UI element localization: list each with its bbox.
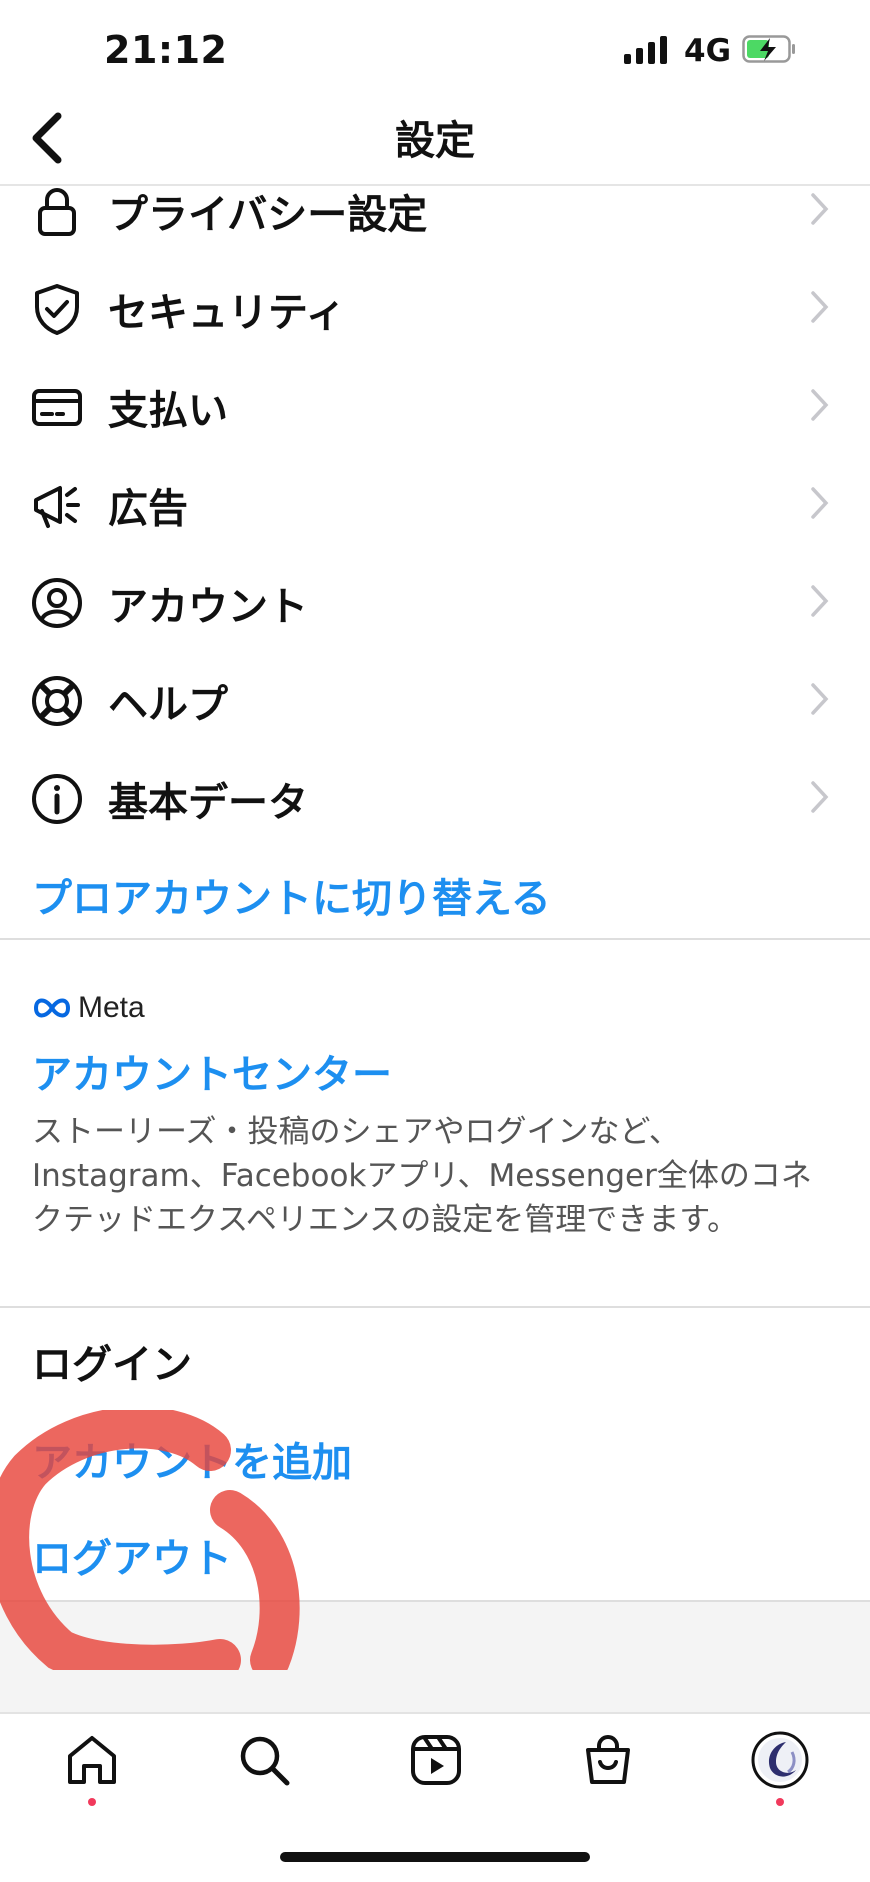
menu-item-label: 広告 [108, 486, 188, 532]
menu-item-ads[interactable]: 広告 [0, 454, 870, 552]
tab-bar-divider [0, 1712, 870, 1714]
menu-item-label: 基本データ [108, 780, 308, 826]
menu-item-account[interactable]: アカウント [0, 552, 870, 650]
menu-item-label: セキュリティ [108, 290, 346, 336]
signal-icon [624, 34, 667, 64]
lock-icon [38, 188, 76, 236]
network-type: 4G [684, 33, 732, 69]
home-indicator [280, 1852, 590, 1862]
battery-charging-icon [742, 35, 795, 63]
megaphone-icon [34, 486, 80, 528]
status-time: 21:12 [104, 28, 228, 72]
menu-item-label: ヘルプ [108, 682, 228, 728]
red-circle-annotation [0, 1410, 300, 1670]
shield-icon [35, 284, 79, 335]
accounts-center-description: ストーリーズ・投稿のシェアやログインなど、Instagram、Facebookア… [32, 1114, 812, 1238]
menu-item-about[interactable]: 基本データ [0, 748, 870, 846]
menu-item-security[interactable]: セキュリティ [0, 258, 870, 356]
search-icon[interactable] [234, 1730, 294, 1790]
lifebuoy-icon [32, 676, 82, 726]
switch-to-pro-link[interactable]: プロアカウントに切り替える [32, 866, 551, 924]
chevron-right-icon [811, 781, 829, 813]
accounts-center-link[interactable]: アカウントセンター [32, 1042, 392, 1100]
menu-item-payments[interactable]: 支払い [0, 356, 870, 454]
menu-item-label: プライバシー設定 [108, 192, 428, 238]
shop-icon[interactable] [578, 1730, 638, 1790]
home-notification-dot [88, 1798, 96, 1806]
meta-logo: Meta [32, 990, 145, 1026]
meta-infinity-icon [33, 998, 71, 1018]
menu-item-label: アカウント [108, 584, 308, 630]
section-divider [0, 938, 870, 940]
menu-item-privacy[interactable]: プライバシー設定 [0, 160, 870, 258]
home-icon[interactable] [62, 1730, 122, 1790]
chevron-right-icon [811, 291, 829, 323]
menu-item-label: 支払い [108, 388, 228, 434]
account-icon [32, 578, 82, 628]
menu-item-help[interactable]: ヘルプ [0, 650, 870, 748]
page-title: 設定 [395, 118, 475, 164]
chevron-right-icon [811, 193, 829, 225]
info-icon [32, 774, 82, 824]
chevron-right-icon [811, 683, 829, 715]
card-icon [32, 389, 82, 426]
section-divider [0, 1306, 870, 1308]
login-heading: ログイン [32, 1342, 192, 1388]
chevron-right-icon [811, 585, 829, 617]
reels-icon[interactable] [406, 1730, 466, 1790]
chevron-right-icon [811, 389, 829, 421]
chevron-right-icon [811, 487, 829, 519]
profile-notification-dot [776, 1798, 784, 1806]
meta-logo-text: Meta [78, 991, 145, 1024]
profile-avatar[interactable] [750, 1730, 810, 1790]
